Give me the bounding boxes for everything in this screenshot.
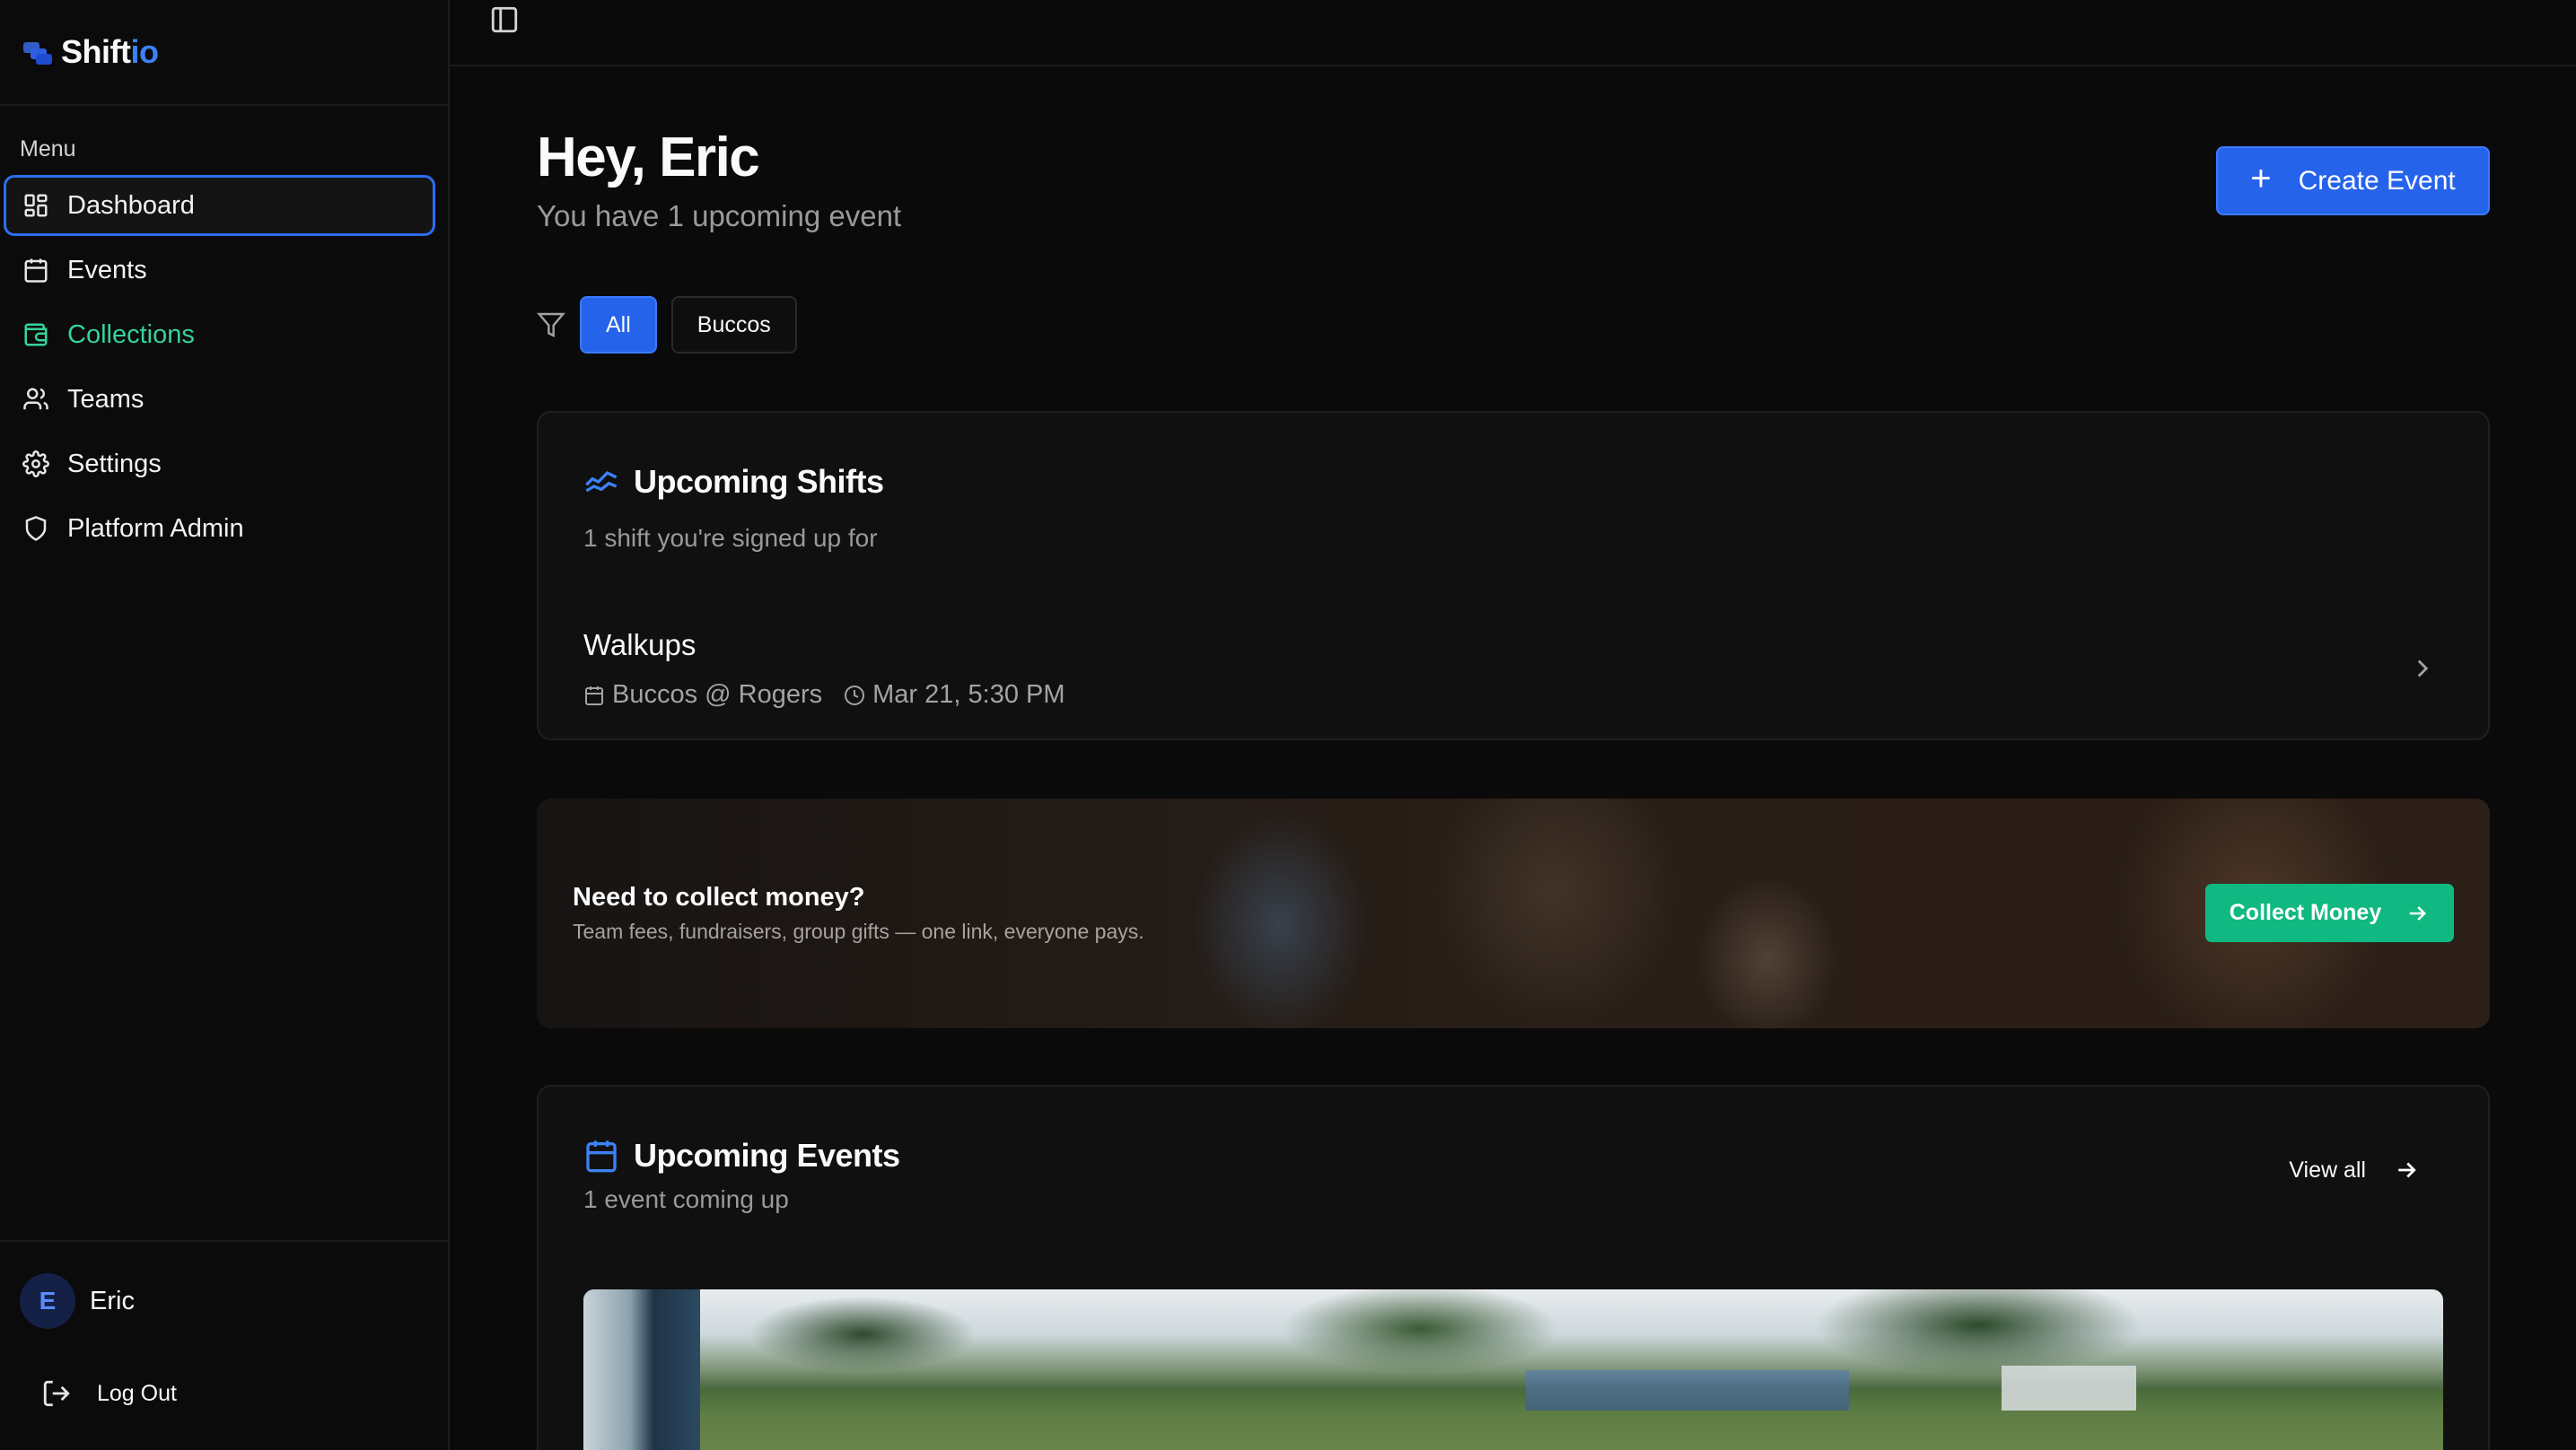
- dashboard-icon: [22, 192, 49, 219]
- sidebar-item-label: Teams: [67, 384, 145, 414]
- logout-label: Log Out: [97, 1380, 177, 1406]
- plus-icon: +: [2250, 159, 2272, 198]
- brand-name-main: Shift: [61, 33, 131, 70]
- logout-button[interactable]: Log Out: [41, 1378, 177, 1409]
- avatar: E: [20, 1273, 75, 1329]
- view-all-label: View all: [2289, 1157, 2366, 1183]
- sidebar-item-label: Platform Admin: [67, 513, 244, 543]
- sidebar-item-label: Events: [67, 255, 147, 284]
- app-root: Shiftio Menu Dashboard Events Collection…: [0, 0, 2576, 1450]
- filter-chip-buccos[interactable]: Buccos: [670, 296, 797, 354]
- user-name: Eric: [90, 1286, 135, 1315]
- sidebar-nav: Dashboard Events Collections Teams Setti…: [4, 175, 435, 563]
- upcoming-events-heading: Upcoming Events: [634, 1137, 900, 1174]
- collect-money-button[interactable]: Collect Money: [2205, 884, 2454, 942]
- menu-label: Menu: [20, 136, 76, 162]
- upcoming-shifts-card: Upcoming Shifts 1 shift you're signed up…: [537, 411, 2490, 740]
- create-event-button[interactable]: + Create Event: [2216, 146, 2490, 215]
- sidebar-item-label: Dashboard: [67, 190, 195, 220]
- calendar-icon: [586, 1140, 617, 1173]
- shield-icon: [22, 515, 49, 542]
- view-all-link[interactable]: View all: [2289, 1157, 2420, 1184]
- event-cover-image[interactable]: [583, 1289, 2443, 1450]
- main-content: Hey, Eric You have 1 upcoming event + Cr…: [450, 0, 2576, 1450]
- clock-icon: [845, 685, 865, 705]
- logout-icon: [43, 1380, 70, 1407]
- upcoming-events-subtitle: 1 event coming up: [583, 1185, 789, 1213]
- create-event-label: Create Event: [2298, 165, 2456, 196]
- gear-icon: [22, 450, 49, 477]
- shift-name: Walkups: [583, 628, 697, 661]
- sidebar-item-collections[interactable]: Collections: [4, 304, 435, 365]
- wallet-icon: [22, 321, 49, 348]
- filter-chip-all[interactable]: All: [580, 296, 657, 354]
- panel-left-icon: [491, 6, 518, 33]
- shift-time: Mar 21, 5:30 PM: [872, 680, 1065, 709]
- arrow-right-icon: [2398, 1162, 2416, 1178]
- chevron-right-icon[interactable]: [2407, 653, 2438, 684]
- calendar-icon: [585, 686, 603, 705]
- topbar: [450, 0, 2576, 66]
- sidebar-item-dashboard[interactable]: Dashboard: [4, 175, 435, 236]
- collect-money-banner: Need to collect money? Team fees, fundra…: [537, 799, 2490, 1028]
- handshake-icon: [585, 470, 618, 493]
- sidebar-item-platform-admin[interactable]: Platform Admin: [4, 498, 435, 559]
- upcoming-shifts-subtitle: 1 shift you're signed up for: [583, 524, 878, 552]
- upcoming-events-card: Upcoming Events 1 event coming up View a…: [537, 1085, 2490, 1450]
- sidebar-item-label: Settings: [67, 449, 162, 478]
- logo-icon: [23, 40, 52, 65]
- filter-bar: All Buccos: [537, 296, 811, 354]
- brand-logo[interactable]: Shiftio: [0, 0, 448, 106]
- filter-icon: [537, 312, 565, 337]
- page-subtitle: You have 1 upcoming event: [537, 199, 902, 232]
- collect-money-label: Collect Money: [2229, 900, 2382, 925]
- sidebar-item-teams[interactable]: Teams: [4, 369, 435, 430]
- users-icon: [22, 386, 49, 413]
- calendar-icon: [22, 257, 49, 284]
- sidebar-item-settings[interactable]: Settings: [4, 433, 435, 494]
- sidebar-footer: E Eric Log Out: [0, 1240, 448, 1407]
- user-profile[interactable]: E Eric: [20, 1273, 135, 1329]
- promo-title: Need to collect money?: [573, 883, 865, 912]
- page-title: Hey, Eric: [537, 127, 760, 188]
- brand-name-accent: io: [130, 33, 159, 70]
- upcoming-shifts-title: Upcoming Shifts: [583, 463, 884, 501]
- arrow-right-icon: [2410, 905, 2427, 921]
- shift-event: Buccos @ Rogers: [612, 680, 823, 709]
- upcoming-shifts-heading: Upcoming Shifts: [634, 463, 884, 500]
- brand-name: Shiftio: [61, 33, 159, 71]
- sidebar-item-events[interactable]: Events: [4, 240, 435, 301]
- sidebar-toggle-button[interactable]: [489, 4, 520, 35]
- upcoming-events-title: Upcoming Events: [583, 1137, 900, 1175]
- shift-meta: Buccos @ Rogers Mar 21, 5:30 PM: [583, 680, 1065, 710]
- promo-subtitle: Team fees, fundraisers, group gifts — on…: [573, 920, 1144, 943]
- sidebar-item-label: Collections: [67, 319, 195, 349]
- sidebar: Shiftio Menu Dashboard Events Collection…: [0, 0, 450, 1450]
